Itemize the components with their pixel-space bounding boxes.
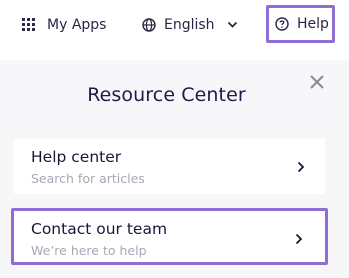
help-button[interactable]: Help <box>266 5 335 43</box>
help-center-title: Help center <box>31 148 122 166</box>
my-apps-button[interactable]: My Apps <box>22 0 106 50</box>
language-selector[interactable]: English <box>142 0 246 50</box>
help-center-subtitle: Search for articles <box>31 171 145 186</box>
contact-team-subtitle: We’re here to help <box>31 243 147 258</box>
globe-icon <box>142 18 156 32</box>
question-circle-icon <box>275 17 289 31</box>
contact-team-title: Contact our team <box>31 220 168 238</box>
resource-center-panel: Resource Center Help center Search for a… <box>0 60 349 278</box>
chevron-right-icon <box>297 161 305 173</box>
my-apps-label: My Apps <box>47 17 107 33</box>
help-center-item[interactable]: Help center Search for articles <box>14 139 325 194</box>
chevron-right-icon <box>295 233 303 245</box>
chevron-down-icon <box>227 21 237 28</box>
grid-icon <box>22 18 36 32</box>
contact-team-item[interactable]: Contact our team We’re here to help <box>11 208 328 265</box>
language-label: English <box>164 17 215 33</box>
top-bar: My Apps English Help <box>0 0 349 50</box>
help-label: Help <box>297 16 329 32</box>
panel-title: Resource Center <box>87 84 246 106</box>
